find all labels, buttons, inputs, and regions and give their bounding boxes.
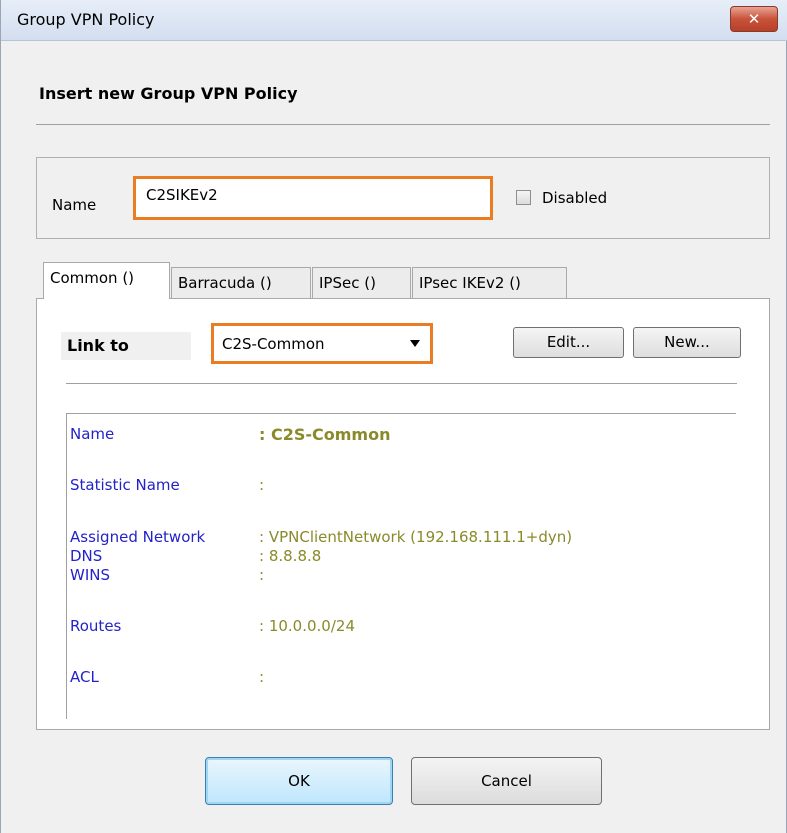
close-button[interactable]: ✕ (730, 6, 778, 32)
link-to-select[interactable]: C2S-Common (211, 323, 433, 364)
info-value-name: : C2S-Common (259, 425, 391, 444)
info-label-statistic-name: Statistic Name (70, 476, 180, 494)
info-value-acl: : (259, 668, 265, 686)
info-label-name: Name (70, 425, 115, 443)
window-title: Group VPN Policy (17, 10, 155, 29)
title-bar: Group VPN Policy ✕ (1, 0, 787, 41)
info-label-dns: DNS (70, 547, 103, 565)
tab-ipsec[interactable]: IPSec () (312, 267, 411, 299)
info-value-wins: : (259, 566, 265, 584)
link-to-label: Link to (61, 332, 191, 360)
info-label-acl: ACL (70, 668, 99, 686)
info-label-assigned-network: Assigned Network (70, 528, 206, 546)
policy-info-box (66, 413, 736, 719)
info-value-routes: : 10.0.0.0/24 (259, 617, 355, 635)
tab-ipsec-ikev2[interactable]: IPsec IKEv2 () (412, 267, 567, 299)
info-value-dns: : 8.8.8.8 (259, 547, 322, 565)
heading-divider (36, 124, 770, 125)
close-icon: ✕ (747, 10, 761, 28)
link-divider (66, 383, 737, 384)
info-value-assigned-network: : VPNClientNetwork (192.168.111.1+dyn) (259, 528, 573, 546)
tab-barracuda[interactable]: Barracuda () (171, 267, 311, 299)
name-label: Name (52, 196, 97, 214)
dialog-heading: Insert new Group VPN Policy (39, 84, 298, 103)
new-button[interactable]: New... (633, 327, 741, 358)
edit-button[interactable]: Edit... (513, 327, 624, 358)
info-label-routes: Routes (70, 617, 122, 635)
ok-button[interactable]: OK (205, 757, 393, 805)
chevron-down-icon (410, 340, 420, 347)
disabled-checkbox[interactable] (516, 190, 531, 205)
info-label-wins: WINS (70, 566, 110, 584)
disabled-checkbox-label: Disabled (542, 189, 608, 207)
info-value-statistic-name: : (259, 476, 265, 494)
link-to-selected-value: C2S-Common (222, 335, 325, 353)
cancel-button[interactable]: Cancel (411, 757, 602, 805)
tab-common[interactable]: Common () (43, 262, 170, 299)
name-input[interactable]: C2SIKEv2 (133, 176, 493, 220)
group-vpn-policy-dialog: Group VPN Policy ✕ Insert new Group VPN … (0, 0, 787, 833)
